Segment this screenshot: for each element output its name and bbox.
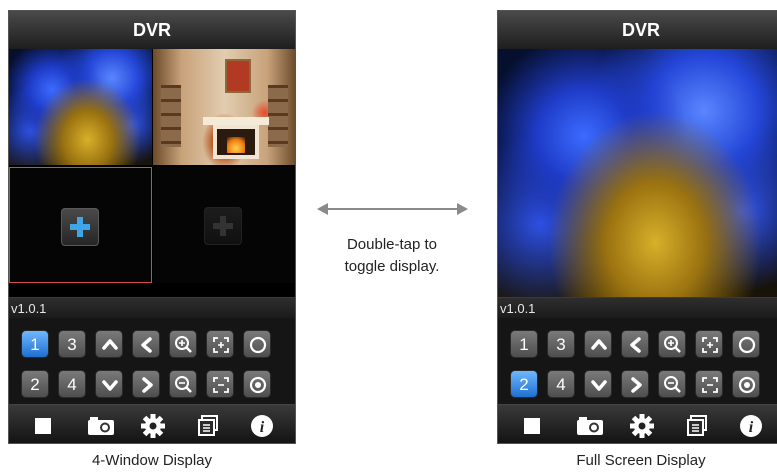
bottom-toolbar: i: [498, 404, 777, 443]
camera-icon[interactable]: [86, 413, 116, 439]
chevron-right-icon: [631, 377, 642, 393]
bookshelf: [161, 85, 181, 147]
chevron-down-icon: [591, 380, 607, 391]
iris-open-button[interactable]: [243, 330, 271, 358]
ptz-up-button[interactable]: [584, 330, 612, 358]
iris-close-button[interactable]: [243, 370, 271, 398]
chevron-left-icon: [141, 337, 152, 353]
focus-in-button[interactable]: [695, 330, 723, 358]
ptz-right-button[interactable]: [621, 370, 649, 398]
svg-text:i: i: [260, 419, 265, 436]
camera-view-3-empty[interactable]: [9, 167, 152, 283]
fireplace: [213, 125, 259, 159]
camera-view-2[interactable]: [153, 49, 295, 165]
mantel: [203, 117, 269, 125]
chevron-left-icon: [630, 337, 641, 353]
gear-icon[interactable]: [140, 413, 166, 439]
channel-button-4[interactable]: 4: [58, 370, 86, 398]
iris-close-icon: [249, 376, 267, 394]
zoom-out-icon: [664, 376, 681, 393]
stop-icon[interactable]: [30, 413, 56, 439]
caption-four-window: 4-Window Display: [91, 452, 213, 469]
version-label: v1.0.1: [9, 297, 295, 319]
hint-line-1: Double-tap to: [346, 236, 438, 253]
zoom-out-button[interactable]: [169, 370, 197, 398]
channel-button-3[interactable]: 3: [58, 330, 86, 358]
dvr-phone-four-window: DVR v1.0.1 1 3 2 4 i: [8, 10, 296, 444]
app-title: DVR: [9, 11, 295, 50]
zoom-in-button[interactable]: [169, 330, 197, 358]
control-panel: 1 3 2 4: [498, 318, 777, 404]
chevron-up-icon: [591, 339, 607, 350]
control-panel: 1 3 2 4: [9, 318, 295, 404]
focus-in-icon: [702, 337, 718, 353]
add-camera-button[interactable]: [61, 208, 99, 246]
channel-button-1[interactable]: 1: [510, 330, 538, 358]
focus-out-button[interactable]: [206, 370, 234, 398]
wall-picture: [225, 59, 251, 93]
focus-in-icon: [213, 337, 229, 353]
focus-out-icon: [702, 377, 718, 393]
iris-open-button[interactable]: [732, 330, 760, 358]
plus-icon: [213, 216, 233, 236]
svg-text:i: i: [749, 419, 754, 436]
gallery-icon[interactable]: [684, 413, 710, 439]
gallery-icon[interactable]: [195, 413, 221, 439]
iris-close-button[interactable]: [732, 370, 760, 398]
dvr-phone-full-screen: DVR v1.0.1 1 3 2 4 i: [497, 10, 777, 444]
camera-view-full[interactable]: [498, 49, 777, 297]
info-icon[interactable]: i: [738, 413, 764, 439]
plus-icon: [70, 217, 90, 237]
ptz-up-button[interactable]: [95, 330, 123, 358]
info-icon[interactable]: i: [249, 413, 275, 439]
chevron-right-icon: [142, 377, 153, 393]
camera-view-4-empty[interactable]: [153, 167, 295, 283]
caption-full-screen: Full Screen Display: [576, 452, 706, 469]
focus-in-button[interactable]: [206, 330, 234, 358]
ptz-down-button[interactable]: [95, 370, 123, 398]
zoom-in-icon: [664, 336, 681, 353]
chevron-up-icon: [102, 339, 118, 350]
focus-out-icon: [213, 377, 229, 393]
chevron-down-icon: [102, 380, 118, 391]
channel-button-2[interactable]: 2: [510, 370, 538, 398]
gear-icon[interactable]: [629, 413, 655, 439]
video-full-screen: [498, 49, 777, 297]
ptz-down-button[interactable]: [584, 370, 612, 398]
zoom-out-icon: [175, 376, 192, 393]
iris-open-icon: [738, 336, 756, 354]
channel-button-1[interactable]: 1: [21, 330, 49, 358]
bottom-toolbar: i: [9, 404, 295, 443]
stop-icon[interactable]: [519, 413, 545, 439]
zoom-out-button[interactable]: [658, 370, 686, 398]
camera-icon[interactable]: [575, 413, 605, 439]
zoom-in-button[interactable]: [658, 330, 686, 358]
double-arrow-icon: [317, 203, 468, 215]
bookshelf: [268, 85, 288, 147]
channel-button-4[interactable]: 4: [547, 370, 575, 398]
ptz-left-button[interactable]: [621, 330, 649, 358]
app-title: DVR: [498, 11, 777, 50]
camera-view-1[interactable]: [9, 49, 152, 165]
toggle-hint: Double-tap to toggle display.: [320, 234, 464, 278]
video-grid: [9, 49, 295, 297]
hint-line-2: toggle display.: [344, 258, 440, 275]
version-label: v1.0.1: [498, 297, 777, 319]
channel-button-2[interactable]: 2: [21, 370, 49, 398]
channel-button-3[interactable]: 3: [547, 330, 575, 358]
add-camera-button[interactable]: [204, 207, 242, 245]
focus-out-button[interactable]: [695, 370, 723, 398]
ptz-right-button[interactable]: [132, 370, 160, 398]
ptz-left-button[interactable]: [132, 330, 160, 358]
iris-open-icon: [249, 336, 267, 354]
zoom-in-icon: [175, 336, 192, 353]
iris-close-icon: [738, 376, 756, 394]
